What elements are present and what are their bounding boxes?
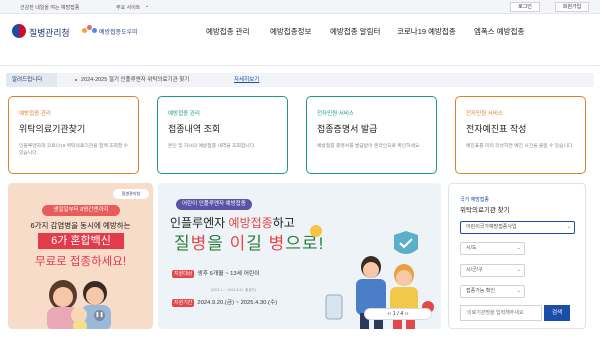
vaccine-select[interactable]: 접종가능 확인 ⌄ [460,285,525,298]
clinic-name-input[interactable]: 의료기관명을 입력해주세요 [460,305,542,321]
banner-line1: 6가지 감염병을 동시에 예방하는 [30,221,131,230]
card-category: 전자민원 서비스 [466,111,503,117]
site-header [0,14,600,66]
chevron-down-icon[interactable]: ⌄ [517,243,521,254]
clinic-search-panel: 국가 예방접종 위탁의료기관 찾기 어린이국가예방접종사업 ⌄ 시/도 ⌄ 시/군/… [448,183,586,329]
card-vaccination-history[interactable]: 예방접종 관리 접종내역 조회 본인 및 자녀의 예방접종 내역을 조회합니다. [157,96,288,174]
card-description: 예진표를 미리 작성하면 예진 시간을 줄일 수 있습니다. [466,144,574,149]
card-description: 인플루엔자와 코로나19 위탁의료기관을 함께 조회할 수 있습니다. [19,144,129,156]
panel-title: 위탁의료기관 찾기 [460,207,510,214]
card-title: 접종증명서 발급 [317,124,378,134]
support-period-row: 지원기간 2024.9.20.(금) ~ 2025.4.30.(수) [172,299,278,307]
nav-item-covid19[interactable]: 코로나19 예방접종 [397,26,456,37]
card-find-clinic[interactable]: 예방접종 관리 위탁의료기관찾기 인플루엔자와 코로나19 위탁의료기관을 함께… [8,96,139,174]
utility-bar: 건강한 내일을 여는 예방접종 주요 사이트 ⌄ 로그인 회원가입 [0,0,600,14]
support-target-row: 지원대상 생후 6개월 ~ 13세 어린이 [172,270,260,278]
notice-more-link[interactable]: 자세히보기 [234,73,259,87]
panel-subtitle: 국가 예방접종 [460,197,489,203]
nav-item-vaccination-info[interactable]: 예방접종정보 [270,26,311,37]
people-logo-icon[interactable] [82,24,98,36]
program-select[interactable]: 어린이국가예방접종사업 ⌄ [460,221,575,234]
card-certificate[interactable]: 전자민원 서비스 접종증명서 발급 예방접종 증명서를 발급받아 온라인으로 확… [306,96,437,174]
sigungu-select[interactable]: 시/군/구 ⌄ [460,264,525,277]
card-title: 위탁의료기관찾기 [19,124,86,134]
government-emblem-icon[interactable] [12,24,26,38]
signup-button[interactable]: 회원가입 [555,2,589,12]
card-title: 전자예진표 작성 [466,124,527,134]
banner-tag: 어린이 인플루엔자 예방접종 [176,199,252,210]
pause-icon[interactable]: ❚❚ [94,310,105,321]
hexavalent-vaccine-banner[interactable]: 질병관리청 생일일부터 8명간엔까지 6가지 감염병을 동시에 예방하는 6가 … [8,183,153,329]
card-category: 예방접종 관리 [19,111,51,117]
banner-line3: 무료로 접종하세요! [34,256,127,268]
bullet-icon [75,79,77,81]
notice-tag: 알려드립니다 [6,73,57,87]
nav-item-vaccination-notice[interactable]: 예방접종 알림터 [330,26,380,37]
child-flu-vaccine-banner[interactable]: 어린이 인플루엔자 예방접종 인플루엔자 예방접종하고 질병을 이길 병으로! … [158,183,441,329]
notice-text[interactable]: 2024-2025 절기 인플루엔자 위탁의료기관 찾기 [81,73,189,87]
nav-item-vaccination-management[interactable]: 예방접종 관리 [206,26,249,37]
sido-select[interactable]: 시/도 ⌄ [460,242,525,255]
chevron-down-icon[interactable]: ⌄ [517,286,521,297]
nav-item-mpox[interactable]: 엠폭스 예방접종 [474,26,524,37]
card-category: 전자민원 서비스 [317,111,354,117]
card-title: 접종내역 조회 [168,124,221,134]
login-button[interactable]: 로그인 [510,2,540,12]
notice-bar: 알려드립니다 2024-2025 절기 인플루엔자 위탁의료기관 찾기 자세히보… [6,73,594,87]
card-category: 예방접종 관리 [168,111,200,117]
site-slogan: 건강한 내일을 여는 예방접종 [20,5,80,11]
major-sites-dropdown[interactable]: 주요 사이트 [116,4,140,11]
site-logo[interactable]: 예방접종도우미 [99,27,138,36]
card-description: 예방접종 증명서를 발급받아 온라인으로 확인하세요. [317,144,421,149]
card-e-questionnaire[interactable]: 전자민원 서비스 전자예진표 작성 예진표를 미리 작성하면 예진 시간을 줄일… [455,96,586,174]
kdca-badge: 질병관리청 [113,189,149,199]
org-logo[interactable]: 질병관리청 [29,26,70,39]
banner-pill: 생일일부터 8명간엔까지 [42,205,120,216]
chevron-down-icon[interactable]: ⌄ [517,265,521,276]
card-description: 본인 및 자녀의 예방접종 내역을 조회합니다. [168,144,256,149]
birth-range-note: (2011.1. ~ 2024.8.31. 출생자) [211,288,256,292]
banner-pager[interactable]: ‹‹ 1 / 4 ›› [364,308,432,320]
banner-line2: 6가 혼합백신 [38,233,124,249]
chevron-down-icon[interactable]: ⌄ [145,3,149,9]
parent-child-illustration [47,280,111,329]
chevron-down-icon[interactable]: ⌄ [567,222,571,233]
next-icon[interactable]: ›› [403,311,409,317]
search-button[interactable]: 검색 [544,305,570,321]
